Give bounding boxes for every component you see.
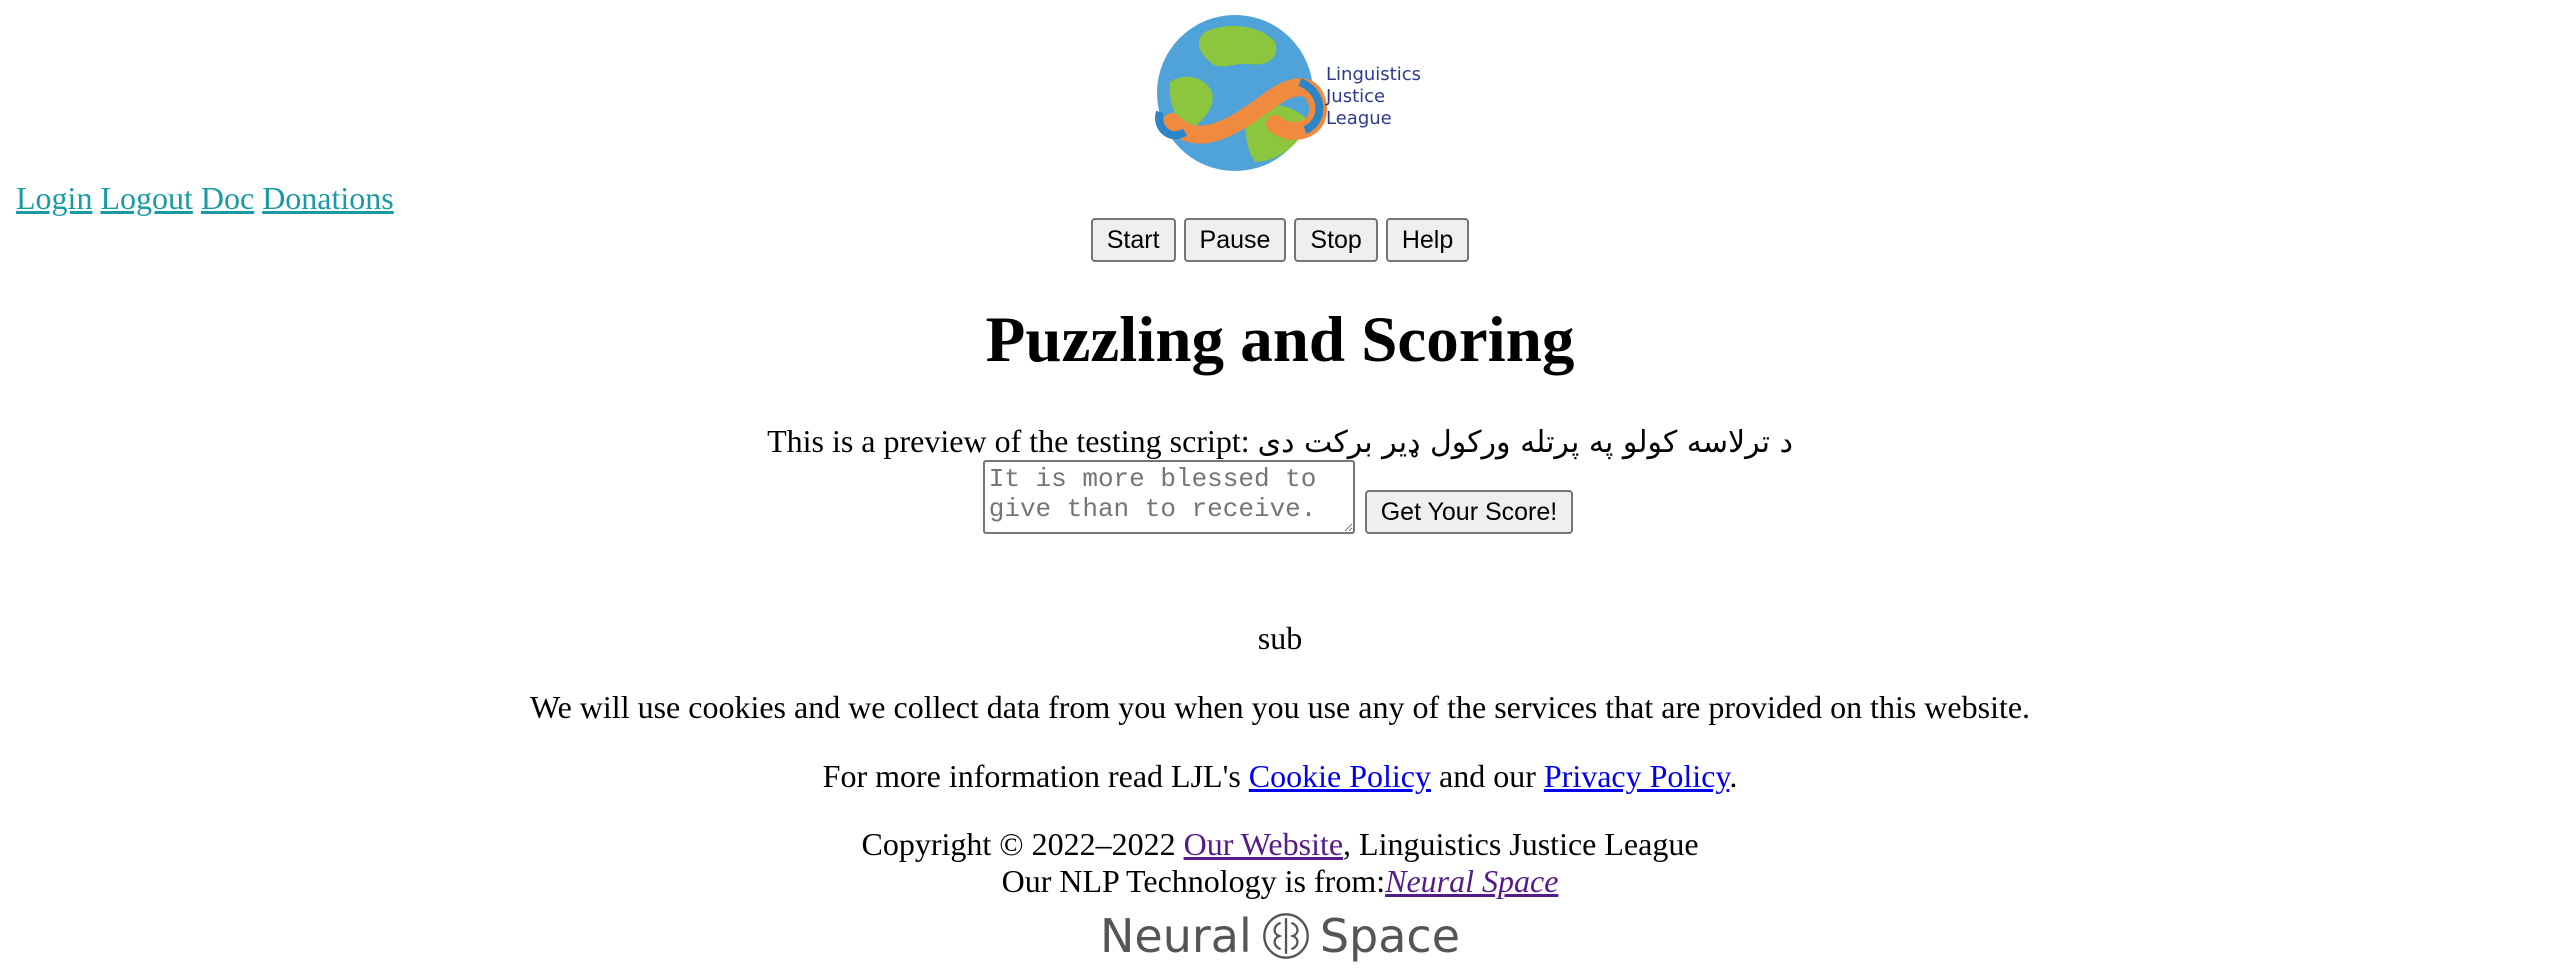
- ns-logo-right-text: Space: [1319, 909, 1460, 963]
- stop-button[interactable]: Stop: [1294, 218, 1378, 262]
- logo-text-line-2: Justice: [1325, 86, 1385, 107]
- copyright-block: Copyright © 2022–2022 Our Website, Lingu…: [0, 826, 2560, 900]
- ljl-logo: Linguistics Justice League: [1150, 12, 1430, 174]
- nav-link-donations[interactable]: Donations: [262, 180, 394, 216]
- more-info-suffix: .: [1729, 758, 1738, 794]
- more-info-prefix: For more information read LJL's: [822, 758, 1249, 794]
- more-info-line: For more information read LJL's Cookie P…: [0, 756, 2560, 796]
- control-bar: Start Pause Stop Help: [0, 218, 2560, 262]
- help-button[interactable]: Help: [1385, 218, 1470, 262]
- copyright-line: Copyright © 2022–2022 Our Website, Lingu…: [0, 826, 2560, 863]
- cookie-notice: We will use cookies and we collect data …: [529, 689, 2031, 725]
- nav-link-login[interactable]: Login: [16, 180, 92, 216]
- answer-input[interactable]: [982, 460, 1355, 534]
- start-button[interactable]: Start: [1090, 218, 1176, 262]
- logo-text-line-1: Linguistics: [1326, 64, 1421, 85]
- pause-button[interactable]: Pause: [1183, 218, 1287, 262]
- copyright-suffix: , Linguistics Justice League: [1343, 826, 1699, 862]
- nav-link-logout[interactable]: Logout: [100, 180, 192, 216]
- preview-line: This is a preview of the testing script:…: [0, 420, 2560, 464]
- nlp-prefix: Our NLP Technology is from:: [1001, 863, 1386, 899]
- cookie-policy-link[interactable]: Cookie Policy: [1249, 758, 1431, 794]
- page-title: Puzzling and Scoring: [985, 304, 1575, 376]
- ljl-logo-graphic: Linguistics Justice League: [1155, 15, 1421, 171]
- get-score-button[interactable]: Get Your Score!: [1364, 490, 1574, 534]
- answer-row: Get Your Score!: [0, 460, 2560, 534]
- our-website-link[interactable]: Our Website: [1184, 826, 1343, 862]
- copyright-prefix: Copyright © 2022–2022: [861, 826, 1184, 862]
- more-info-middle: and our: [1431, 758, 1544, 794]
- sub-text: sub: [1257, 620, 1303, 656]
- page: Linguistics Justice League Login Logout Do…: [0, 0, 2560, 977]
- neural-space-logo: Neural Space: [1100, 903, 1460, 969]
- preview-prefix: This is a preview of the testing script:: [767, 423, 1258, 459]
- nlp-line: Our NLP Technology is from:Neural Space: [0, 863, 2560, 900]
- logo-text-line-3: League: [1326, 108, 1392, 129]
- top-nav: Login Logout Doc Donations: [16, 178, 402, 218]
- nav-link-doc[interactable]: Doc: [201, 180, 254, 216]
- neural-space-brain-icon: [1262, 913, 1309, 959]
- neural-space-link[interactable]: Neural Space: [1385, 863, 1558, 899]
- preview-script: د ترلاسه کولو په پرتله ورکول ډیر برکت دی: [1257, 425, 1793, 460]
- privacy-policy-link[interactable]: Privacy Policy: [1544, 758, 1729, 794]
- ns-logo-left-text: Neural: [1100, 909, 1252, 963]
